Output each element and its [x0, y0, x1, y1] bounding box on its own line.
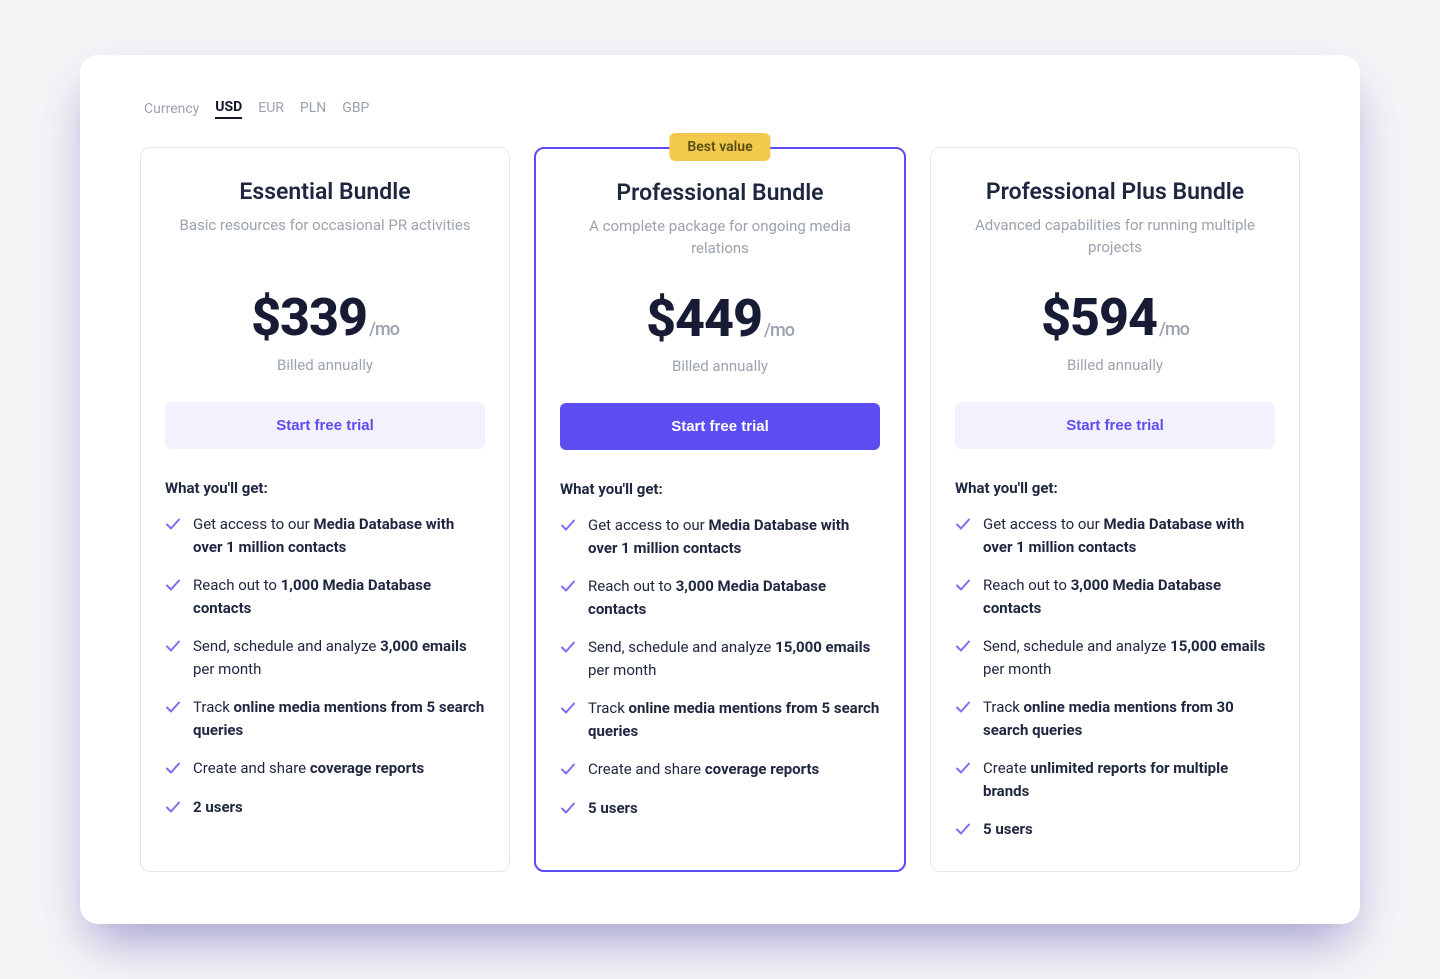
feature-item: Create and share coverage reports: [165, 757, 485, 780]
plan-1: Best valueProfessional BundleA complete …: [534, 147, 906, 872]
check-icon: [560, 639, 576, 655]
feature-text: Track online media mentions from 5 searc…: [193, 696, 485, 741]
check-icon: [955, 638, 971, 654]
feature-text: Send, schedule and analyze 15,000 emails…: [983, 635, 1275, 680]
feature-text: Track online media mentions from 30 sear…: [983, 696, 1275, 741]
feature-text: Send, schedule and analyze 15,000 emails…: [588, 636, 880, 681]
feature-text: Reach out to 3,000 Media Database contac…: [588, 575, 880, 620]
feature-item: Get access to our Media Database with ov…: [560, 514, 880, 559]
currency-option-usd[interactable]: USD: [215, 99, 242, 119]
feature-text: 2 users: [193, 796, 243, 819]
features-heading: What you'll get:: [955, 479, 1275, 497]
currency-option-pln[interactable]: PLN: [300, 100, 326, 118]
feature-item: Get access to our Media Database with ov…: [955, 513, 1275, 558]
check-icon: [955, 760, 971, 776]
currency-option-gbp[interactable]: GBP: [342, 100, 369, 118]
feature-item: Send, schedule and analyze 15,000 emails…: [560, 636, 880, 681]
features-list: Get access to our Media Database with ov…: [955, 513, 1275, 841]
feature-item: Reach out to 3,000 Media Database contac…: [560, 575, 880, 620]
check-icon: [560, 578, 576, 594]
plan-price: $339/mo: [251, 287, 399, 348]
feature-text: Create unlimited reports for multiple br…: [983, 757, 1275, 802]
feature-item: Create unlimited reports for multiple br…: [955, 757, 1275, 802]
check-icon: [955, 821, 971, 837]
feature-item: Reach out to 1,000 Media Database contac…: [165, 574, 485, 619]
check-icon: [165, 577, 181, 593]
feature-text: Get access to our Media Database with ov…: [983, 513, 1275, 558]
check-icon: [165, 799, 181, 815]
feature-item: Send, schedule and analyze 15,000 emails…: [955, 635, 1275, 680]
price-block: $594/mo Billed annually: [955, 287, 1275, 374]
plan-title: Professional Bundle: [560, 179, 880, 206]
feature-text: 5 users: [983, 818, 1033, 841]
feature-item: Track online media mentions from 5 searc…: [560, 697, 880, 742]
start-free-trial-button[interactable]: Start free trial: [560, 403, 880, 450]
check-icon: [955, 699, 971, 715]
feature-item: Track online media mentions from 30 sear…: [955, 696, 1275, 741]
check-icon: [560, 800, 576, 816]
feature-text: Send, schedule and analyze 3,000 emails …: [193, 635, 485, 680]
check-icon: [560, 700, 576, 716]
plan-header: Essential Bundle Basic resources for occa…: [165, 178, 485, 259]
currency-selector: Currency USD EUR PLN GBP: [140, 99, 1300, 119]
feature-text: Get access to our Media Database with ov…: [193, 513, 485, 558]
plan-2: Professional Plus Bundle Advanced capabil…: [930, 147, 1300, 872]
check-icon: [165, 699, 181, 715]
check-icon: [560, 761, 576, 777]
plan-subtitle: Basic resources for occasional PR activi…: [165, 215, 485, 259]
start-free-trial-button[interactable]: Start free trial: [165, 402, 485, 449]
price-period: /mo: [764, 320, 794, 341]
price-period: /mo: [369, 319, 399, 340]
feature-text: Reach out to 1,000 Media Database contac…: [193, 574, 485, 619]
feature-item: Track online media mentions from 5 searc…: [165, 696, 485, 741]
feature-text: Create and share coverage reports: [193, 757, 424, 780]
features-heading: What you'll get:: [560, 480, 880, 498]
feature-text: Create and share coverage reports: [588, 758, 819, 781]
features-list: Get access to our Media Database with ov…: [165, 513, 485, 818]
pricing-card: Currency USD EUR PLN GBP Essential Bundle Ba…: [80, 55, 1360, 924]
plan-subtitle: Advanced capabilities for running multip…: [955, 215, 1275, 259]
billing-note: Billed annually: [560, 357, 880, 375]
currency-option-eur[interactable]: EUR: [258, 100, 284, 118]
check-icon: [955, 516, 971, 532]
check-icon: [165, 638, 181, 654]
feature-item: 5 users: [955, 818, 1275, 841]
feature-item: Create and share coverage reports: [560, 758, 880, 781]
feature-text: 5 users: [588, 797, 638, 820]
start-free-trial-button[interactable]: Start free trial: [955, 402, 1275, 449]
price-block: $339/mo Billed annually: [165, 287, 485, 374]
plan-0: Essential Bundle Basic resources for occa…: [140, 147, 510, 872]
features-list: Get access to our Media Database with ov…: [560, 514, 880, 819]
currency-label: Currency: [144, 101, 199, 117]
feature-item: Reach out to 3,000 Media Database contac…: [955, 574, 1275, 619]
feature-text: Get access to our Media Database with ov…: [588, 514, 880, 559]
plan-price: $449/mo: [646, 288, 794, 349]
best-value-badge: Best value: [669, 133, 770, 161]
plan-header: Professional Plus Bundle Advanced capabil…: [955, 178, 1275, 259]
check-icon: [165, 516, 181, 532]
check-icon: [165, 760, 181, 776]
billing-note: Billed annually: [955, 356, 1275, 374]
feature-item: Get access to our Media Database with ov…: [165, 513, 485, 558]
feature-item: Send, schedule and analyze 3,000 emails …: [165, 635, 485, 680]
feature-text: Track online media mentions from 5 searc…: [588, 697, 880, 742]
plan-title: Professional Plus Bundle: [955, 178, 1275, 205]
feature-item: 2 users: [165, 796, 485, 819]
plan-header: Professional Bundle A complete package fo…: [560, 179, 880, 260]
price-period: /mo: [1159, 319, 1189, 340]
check-icon: [560, 517, 576, 533]
billing-note: Billed annually: [165, 356, 485, 374]
plans-container: Essential Bundle Basic resources for occa…: [140, 147, 1300, 872]
features-heading: What you'll get:: [165, 479, 485, 497]
feature-text: Reach out to 3,000 Media Database contac…: [983, 574, 1275, 619]
plan-subtitle: A complete package for ongoing media rel…: [560, 216, 880, 260]
plan-title: Essential Bundle: [165, 178, 485, 205]
check-icon: [955, 577, 971, 593]
feature-item: 5 users: [560, 797, 880, 820]
plan-price: $594/mo: [1041, 287, 1189, 348]
price-block: $449/mo Billed annually: [560, 288, 880, 375]
